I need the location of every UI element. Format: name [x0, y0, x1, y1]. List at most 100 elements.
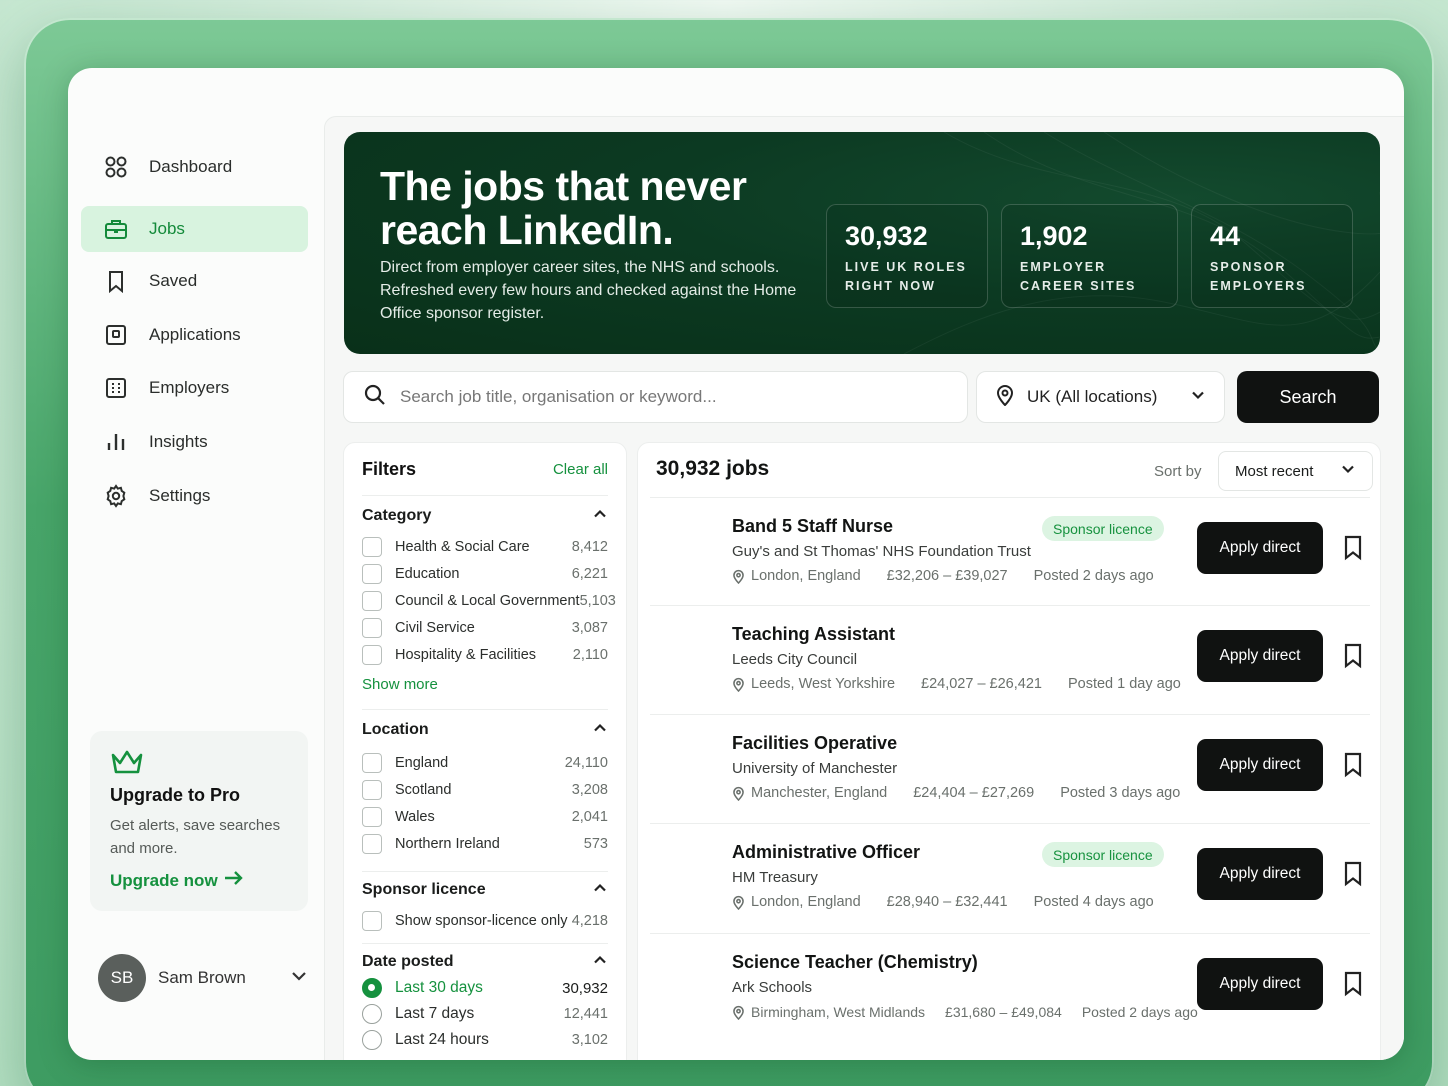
filter-option[interactable]: Education 6,221 [362, 560, 608, 587]
sidebar-item-applications[interactable]: Applications [81, 312, 308, 358]
filter-option[interactable]: Last 7 days 12,441 [362, 1001, 608, 1027]
bookmark-icon[interactable] [1342, 643, 1364, 674]
checkbox[interactable] [362, 833, 382, 854]
job-salary: £24,027 – £26,421 [921, 676, 1042, 692]
results-count: 30,932 jobs [656, 457, 770, 480]
checkbox[interactable] [362, 536, 382, 557]
sidebar-item-insights[interactable]: Insights [81, 419, 308, 465]
sidebar-item-employers[interactable]: Employers [81, 365, 308, 411]
filter-option[interactable]: Health & Social Care 8,412 [362, 533, 608, 560]
hero-description: Direct from employer career sites, the N… [380, 259, 797, 322]
job-title[interactable]: Science Teacher (Chemistry) [732, 952, 978, 973]
bookmark-icon[interactable] [1342, 752, 1364, 783]
filter-option[interactable]: Last 24 hours 3,102 [362, 1027, 608, 1053]
filter-option[interactable]: Northern Ireland 573 [362, 830, 608, 857]
option-count: 5,103 [579, 592, 616, 609]
upgrade-now-link[interactable]: Upgrade now [110, 870, 288, 891]
section-header[interactable]: Date posted [362, 951, 608, 973]
job-title[interactable]: Teaching Assistant [732, 624, 895, 645]
filter-section-date: Date posted Last 30 days 30,932 Last 7 da… [362, 951, 608, 1053]
option-count: 4,218 [571, 912, 608, 929]
clear-all-link[interactable]: Clear all [553, 461, 608, 478]
filter-option[interactable]: Hospitality & Facilities 2,110 [362, 641, 608, 668]
job-organisation: Guy's and St Thomas' NHS Foundation Trus… [732, 543, 1031, 560]
radio-selected[interactable] [362, 978, 382, 998]
filter-option[interactable]: Show sponsor-licence only 4,218 [362, 907, 608, 934]
job-organisation: Leeds City Council [732, 651, 858, 668]
search-icon [364, 384, 386, 411]
bookmark-icon[interactable] [1342, 971, 1364, 1002]
filter-section-location: Location England 24,110 Scotland 3,208 Wal… [362, 719, 608, 857]
checkbox[interactable] [362, 644, 382, 665]
job-title[interactable]: Administrative Officer [732, 842, 920, 863]
sidebar-item-dashboard[interactable]: Dashboard [81, 144, 308, 190]
filter-option[interactable]: Wales 2,041 [362, 803, 608, 830]
job-posted: Posted 3 days ago [1060, 785, 1181, 801]
chevron-down-icon [1340, 461, 1356, 482]
hero-banner: The jobs that never reach LinkedIn. Dire… [344, 132, 1380, 354]
sidebar-item-jobs[interactable]: Jobs [81, 206, 308, 252]
checkbox[interactable] [362, 910, 382, 931]
sort-select[interactable]: Most recent [1218, 451, 1373, 491]
show-more-link[interactable]: Show more [362, 676, 608, 693]
sidebar-item-settings[interactable]: Settings [81, 473, 308, 519]
search-button[interactable]: Search [1237, 371, 1379, 423]
job-title[interactable]: Band 5 Staff Nurse [732, 516, 893, 537]
filter-option[interactable]: England 24,110 [362, 749, 608, 776]
bar-chart-icon [103, 429, 129, 455]
section-header[interactable]: Location [362, 719, 608, 741]
job-posted: Posted 2 days ago [1033, 568, 1154, 584]
user-name: Sam Brown [158, 968, 246, 987]
location-select[interactable]: UK (All locations) [976, 371, 1225, 423]
stat-value: 44 [1210, 221, 1241, 251]
radio[interactable] [362, 1030, 382, 1050]
bookmark-icon[interactable] [1342, 535, 1364, 566]
option-count: 24,110 [564, 754, 608, 771]
checkbox[interactable] [362, 806, 382, 827]
apply-direct-button[interactable]: Apply direct [1197, 522, 1323, 574]
divider [362, 943, 608, 944]
job-meta: London, England £28,940 – £32,441 Posted… [732, 894, 1154, 910]
job-card[interactable]: Facilities Operative University of Manch… [650, 714, 1370, 822]
location-pin-icon [732, 1005, 745, 1020]
bookmark-icon [103, 268, 129, 294]
checkbox[interactable] [362, 779, 382, 800]
stat-value: 30,932 [845, 221, 928, 251]
apply-direct-button[interactable]: Apply direct [1197, 630, 1323, 682]
apply-direct-button[interactable]: Apply direct [1197, 848, 1323, 900]
job-card[interactable]: Teaching Assistant Leeds City Council Le… [650, 605, 1370, 713]
radio[interactable] [362, 1004, 382, 1024]
checkbox[interactable] [362, 752, 382, 773]
search-input[interactable] [400, 387, 940, 407]
job-card[interactable]: Science Teacher (Chemistry) Ark Schools … [650, 933, 1370, 1041]
results-panel: 30,932 jobs Sort by Most recent Band 5 S… [637, 442, 1381, 1060]
stat-label: EMPLOYER CAREER SITES [1020, 260, 1137, 293]
apply-direct-button[interactable]: Apply direct [1197, 958, 1323, 1010]
location-pin-icon [732, 895, 745, 910]
checkbox[interactable] [362, 563, 382, 584]
sidebar-item-saved[interactable]: Saved [81, 258, 308, 304]
location-value: UK (All locations) [1027, 387, 1158, 406]
job-posted: Posted 2 days ago [1081, 1004, 1198, 1020]
filter-option[interactable]: Council & Local Government 5,103 [362, 587, 616, 614]
checkbox[interactable] [362, 590, 382, 611]
job-card[interactable]: Band 5 Staff Nurse Sponsor licence Guy's… [650, 497, 1370, 605]
section-header[interactable]: Category [362, 505, 608, 527]
apply-direct-button[interactable]: Apply direct [1197, 739, 1323, 791]
job-card[interactable]: Administrative Officer Sponsor licence H… [650, 823, 1370, 931]
app-window: Dashboard Jobs Saved Applications Employ… [68, 68, 1404, 1060]
option-label: Council & Local Government [395, 592, 580, 609]
section-header[interactable]: Sponsor licence [362, 879, 608, 901]
filter-option[interactable]: Scotland 3,208 [362, 776, 608, 803]
filter-option[interactable]: Last 30 days 30,932 [362, 975, 608, 1001]
chevron-up-icon [592, 720, 608, 741]
filter-option[interactable]: Civil Service 3,087 [362, 614, 608, 641]
sidebar-item-label: Settings [149, 486, 211, 505]
user-menu[interactable]: SB Sam Brown [98, 950, 308, 1006]
filters-title: Filters [362, 459, 417, 479]
checkbox[interactable] [362, 617, 382, 638]
chevron-up-icon [592, 880, 608, 901]
sidebar-item-label: Dashboard [149, 157, 233, 176]
job-title[interactable]: Facilities Operative [732, 733, 897, 754]
bookmark-icon[interactable] [1342, 861, 1364, 892]
